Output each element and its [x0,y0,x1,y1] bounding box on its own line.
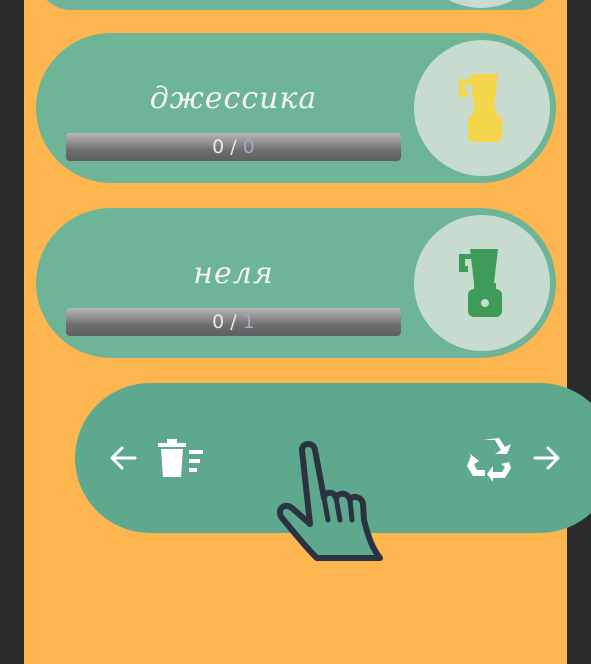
list-item[interactable]: джессика 0 / 0 [36,33,556,183]
progress-bar: 0 / 1 [66,308,401,336]
left-edge [0,0,24,664]
progress-count: 0 / 0 [212,136,255,158]
progress-count: 0 / 1 [212,311,255,333]
delete-list-icon[interactable] [157,439,205,479]
list-item[interactable]: неля 0 / 1 [36,208,556,358]
item-icon-circle[interactable] [414,40,550,176]
item-icon-circle [412,0,550,8]
blender-icon [459,74,502,142]
arrow-left-icon[interactable] [109,445,137,471]
item-name: джессика [149,81,318,116]
right-edge [567,0,591,664]
swipe-hand-icon [276,441,383,561]
progress-bar: 0 / 0 [66,133,401,161]
arrow-right-icon[interactable] [533,445,561,471]
recycle-icon[interactable] [465,436,513,482]
blender-icon [459,249,502,317]
item-icon-circle[interactable] [414,215,550,351]
list-item-partial[interactable] [36,0,556,10]
item-name: неля [193,256,274,291]
